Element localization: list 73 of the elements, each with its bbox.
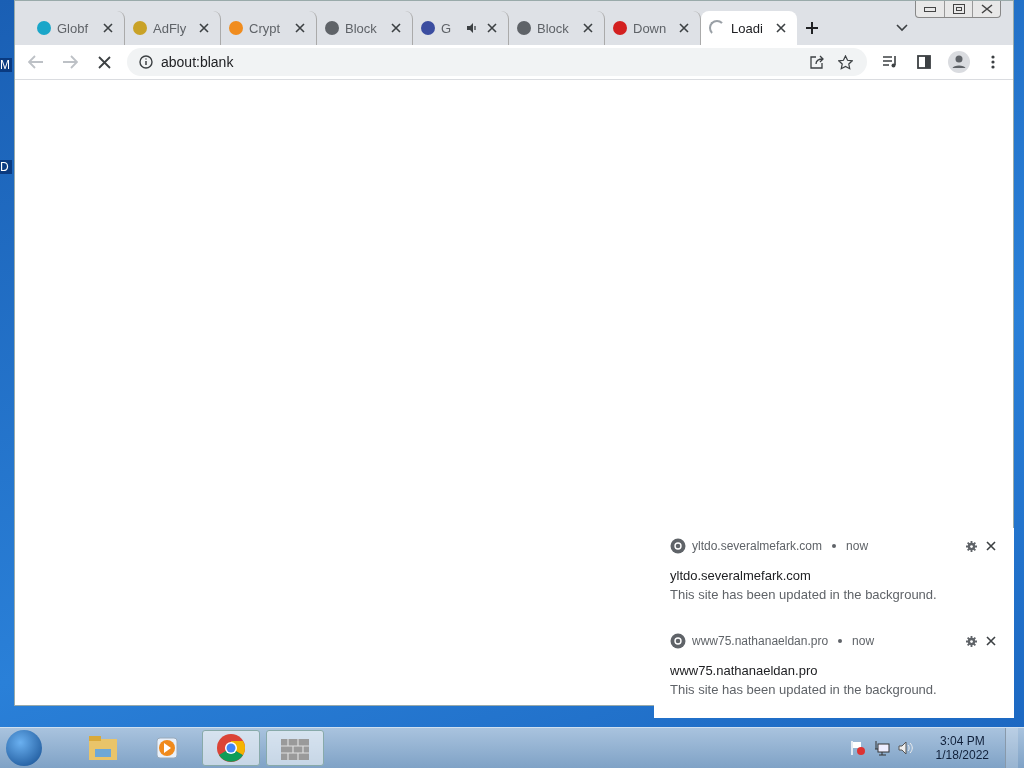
system-clock[interactable]: 3:04 PM 1/18/2022 [935,734,989,762]
browser-tab[interactable]: Globf [29,11,125,45]
close-icon [487,23,497,33]
desktop-icon-label: D [0,160,12,174]
notification-settings-button[interactable] [964,634,978,648]
close-icon [980,4,993,14]
chrome-logo-icon [670,633,686,649]
network-icon[interactable] [873,740,890,756]
chrome-logo-icon [216,733,246,763]
notification-title: yltdo.severalmefark.com [670,568,812,583]
folder-icon [88,735,118,761]
tab-title: Crypt [249,20,282,36]
tab-title: AdFly [153,20,188,36]
notification-close-button[interactable] [984,634,998,648]
close-icon [97,55,111,69]
address-bar[interactable]: about:blank [127,48,867,76]
taskbar-app-button[interactable] [202,730,260,766]
gear-icon [965,635,977,647]
desktop-icon-label: M [0,58,12,72]
close-icon [679,23,689,33]
speaker-icon[interactable] [897,740,914,756]
tab-title: G [441,20,453,36]
notification-title: www75.nathanaeldan.pro [670,663,819,678]
close-icon [986,636,996,646]
profile-button[interactable] [947,50,971,74]
tab-title: Globf [57,20,90,36]
notification-settings-button[interactable] [964,539,978,553]
tab-title: Block [537,20,570,36]
share-icon [810,55,824,69]
notification-close-button[interactable] [984,539,998,553]
browser-tab[interactable]: Crypt [221,11,317,45]
restore-icon [952,4,965,14]
close-icon [776,23,786,33]
separator-dot-icon [832,544,837,548]
browser-tab[interactable]: Block [509,11,605,45]
notification-time: now [852,634,875,648]
close-icon [391,23,401,33]
bookmark-button[interactable] [835,52,855,72]
minimize-icon [924,6,936,12]
address-text: about:blank [161,54,235,70]
close-icon [583,23,593,33]
browser-tab[interactable]: Block [317,11,413,45]
plus-icon [805,21,819,35]
tab-title: Down [633,20,668,36]
close-icon [199,23,209,33]
chevron-down-icon [896,24,908,32]
notification-source: yltdo.severalmefark.com [692,539,823,553]
notification-time: now [846,539,869,553]
gear-icon [965,540,977,552]
info-icon [139,55,153,69]
more-vertical-icon [991,55,995,69]
close-icon [295,23,305,33]
side-panel-icon [917,55,931,69]
start-button[interactable] [6,730,42,766]
browser-tab[interactable]: G [413,11,509,45]
close-icon [103,23,113,33]
tab-title: Loadi [731,20,764,36]
flag-warning-icon[interactable] [849,740,866,756]
play-icon [154,735,180,761]
chrome-logo-icon [670,538,686,554]
notification-body: This site has been updated in the background. [670,682,938,697]
forward-arrow-icon [62,55,78,69]
browser-tab[interactable]: Loadi [701,11,797,45]
back-arrow-icon [28,55,44,69]
star-icon [837,54,853,70]
playlist-icon [882,55,898,69]
notification-source: www75.nathanaeldan.pro [692,634,829,648]
avatar-icon [948,51,970,73]
close-icon [986,541,996,551]
tab-title: Block [345,20,378,36]
separator-dot-icon [838,639,843,643]
notification-body: This site has been updated in the background. [670,587,938,602]
browser-tab[interactable]: AdFly [125,11,221,45]
